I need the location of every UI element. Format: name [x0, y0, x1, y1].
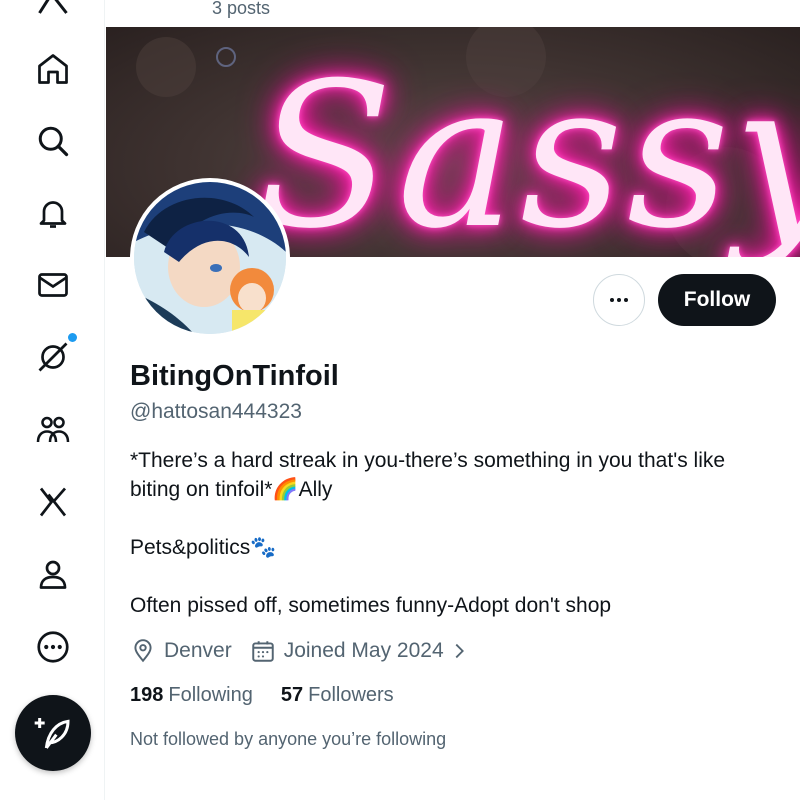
- x-logo-icon[interactable]: [33, 0, 73, 18]
- grok-icon[interactable]: [33, 333, 77, 377]
- following-label: Following: [168, 684, 253, 706]
- joined-date[interactable]: Joined May 2024: [250, 638, 470, 664]
- avatar-image: [134, 182, 286, 334]
- chevron-right-icon: [455, 643, 464, 659]
- followers-count: 57: [280, 684, 304, 706]
- post-count: 3 posts: [212, 0, 271, 18]
- compose-icon: [34, 718, 70, 749]
- follow-stats: 198 Following 57 Followers: [130, 684, 422, 707]
- followers-link[interactable]: 57 Followers: [281, 684, 394, 707]
- mutual-followers-note: Not followed by anyone you’re following: [130, 729, 447, 749]
- profile-icon[interactable]: [33, 554, 73, 594]
- x-premium-icon[interactable]: [33, 482, 73, 522]
- profile-meta: Denver Joined May 2024: [130, 638, 488, 664]
- more-options-button[interactable]: [593, 274, 645, 326]
- ellipsis-icon: [610, 298, 628, 302]
- followers-label: Followers: [308, 684, 394, 706]
- mail-icon[interactable]: [33, 265, 73, 305]
- bio: *There’s a hard streak in you-there’s so…: [130, 446, 780, 649]
- display-name: BitingOnTinfoil: [130, 360, 339, 392]
- location: Denver: [130, 638, 232, 664]
- communities-icon[interactable]: [33, 410, 73, 450]
- bell-icon[interactable]: [33, 193, 73, 233]
- notification-dot: [68, 333, 77, 342]
- bio-line: Often pissed off, sometimes funny-Adopt …: [130, 594, 612, 617]
- following-link[interactable]: 198 Following: [130, 684, 253, 707]
- profile-main: 3 posts Sassy Follow BitingOnTinfoil @ha…: [106, 0, 800, 800]
- handle: @hattosan444323: [130, 400, 302, 423]
- location-text: Denver: [164, 639, 232, 662]
- more-icon[interactable]: [33, 627, 73, 667]
- compose-button[interactable]: [15, 695, 91, 771]
- bio-line: *There’s a hard streak in you-there’s so…: [130, 449, 726, 501]
- search-icon[interactable]: [33, 121, 73, 161]
- location-pin-icon: [134, 639, 152, 663]
- sidebar: [0, 0, 105, 800]
- home-icon[interactable]: [33, 49, 73, 89]
- calendar-icon: [251, 641, 274, 662]
- following-count: 198: [130, 684, 164, 706]
- banner-neon-text: Sassy: [256, 40, 800, 257]
- bio-line: Pets&politics🐾: [130, 536, 277, 559]
- follow-button[interactable]: Follow: [658, 274, 776, 326]
- avatar[interactable]: [130, 178, 290, 338]
- joined-text: Joined May 2024: [283, 639, 444, 662]
